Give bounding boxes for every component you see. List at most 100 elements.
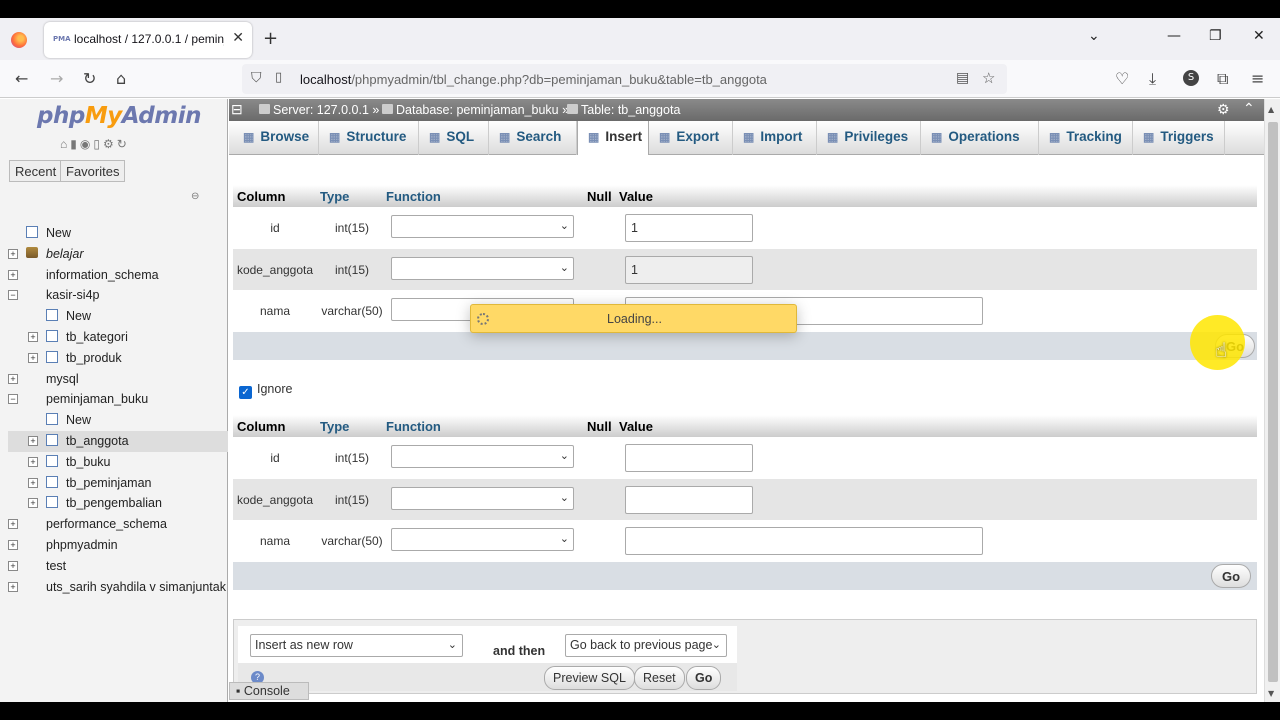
tree-table-item[interactable]: + tb_kategori	[8, 327, 228, 348]
value-input[interactable]	[625, 444, 753, 472]
function-select[interactable]: ⌄	[391, 215, 574, 238]
shield-icon[interactable]: ⛉	[251, 70, 262, 86]
tab-export[interactable]: ▦ Export	[649, 121, 733, 155]
tree-new-item[interactable]: New	[8, 223, 228, 244]
expand-icon[interactable]: +	[8, 539, 18, 550]
collapse-icon[interactable]: −	[8, 394, 18, 405]
scroll-down-icon[interactable]: ▼	[1268, 689, 1274, 698]
account-avatar-icon[interactable]: S	[1183, 70, 1199, 86]
expand-icon[interactable]: +	[28, 498, 38, 509]
expand-icon[interactable]: +	[28, 456, 38, 467]
go-button[interactable]: Go	[1211, 564, 1252, 588]
collapse-top-icon[interactable]: ⌃	[1243, 100, 1255, 117]
settings-gear-icon[interactable]: ⚙	[103, 137, 117, 151]
console-toggle[interactable]: ▪ Console	[229, 682, 309, 700]
back-icon[interactable]: ←	[15, 69, 28, 88]
tab-search[interactable]: ▦ Search	[489, 121, 577, 155]
reload-icon[interactable]: ↻	[83, 69, 96, 88]
tab-structure[interactable]: ▦ Structure	[319, 121, 419, 155]
col-header-type[interactable]: Type	[320, 189, 349, 204]
close-window-icon[interactable]: ✕	[1253, 28, 1265, 44]
expand-icon[interactable]: +	[8, 560, 18, 571]
go-button[interactable]: Go	[686, 666, 722, 690]
breadcrumb-table[interactable]: Table: tb_anggota	[567, 103, 680, 117]
home-icon[interactable]: ⌂	[60, 137, 70, 151]
bookmark-star-icon[interactable]: ☆	[982, 69, 995, 87]
expand-icon[interactable]: +	[8, 373, 18, 384]
expand-icon[interactable]: +	[8, 519, 18, 530]
expand-icon[interactable]: +	[28, 477, 38, 488]
value-input[interactable]	[625, 485, 753, 514]
value-input[interactable]	[625, 527, 983, 555]
preview-sql-button[interactable]: Preview SQL	[544, 666, 635, 690]
recent-tab[interactable]: Recent	[9, 160, 63, 182]
tab-tracking[interactable]: ▦ Tracking	[1039, 121, 1133, 155]
tree-database-item[interactable]: − peminjaman_buku	[8, 389, 228, 410]
tree-database-item[interactable]: + performance_schema	[8, 514, 228, 535]
tree-new-item[interactable]: New	[8, 410, 228, 431]
collapse-icon[interactable]: −	[8, 290, 18, 301]
function-select[interactable]: ⌄	[391, 486, 574, 510]
extensions-icon[interactable]: ⧉	[1217, 69, 1228, 89]
page-scrollbar[interactable]: ▲ ▼	[1264, 99, 1280, 702]
help-icon[interactable]: ◉	[80, 137, 93, 151]
tree-database-item[interactable]: + uts_sarih syahdila v simanjuntak	[8, 577, 228, 598]
tree-database-item[interactable]: + belajar	[8, 244, 228, 265]
browser-tab[interactable]: PMA localhost / 127.0.0.1 / peminjaman ✕	[44, 22, 252, 58]
docs-icon[interactable]: ▯	[93, 137, 103, 151]
tree-table-item[interactable]: + tb_pengembalian	[8, 493, 228, 514]
tab-triggers[interactable]: ▦ Triggers	[1133, 121, 1225, 155]
reload-nav-icon[interactable]: ↻	[117, 137, 130, 151]
menu-icon[interactable]: ≡	[1251, 69, 1264, 88]
scrollbar-thumb[interactable]	[1268, 122, 1278, 682]
favorites-tab[interactable]: Favorites	[60, 160, 126, 182]
minimize-icon[interactable]: —	[1167, 28, 1181, 44]
close-tab-icon[interactable]: ✕	[232, 30, 244, 46]
download-icon[interactable]: ⤓	[1149, 69, 1156, 89]
pocket-icon[interactable]: ♡	[1115, 69, 1129, 88]
function-select[interactable]: ⌄	[391, 528, 574, 551]
tab-list-chevron-icon[interactable]: ⌄	[1088, 28, 1100, 44]
expand-icon[interactable]: +	[8, 248, 18, 259]
forward-icon[interactable]: →	[50, 69, 63, 88]
expand-icon[interactable]: +	[28, 352, 38, 363]
link-chain-icon[interactable]: ⊖	[191, 191, 199, 202]
checkbox-checked-icon[interactable]: ✓	[239, 386, 252, 399]
reset-button[interactable]: Reset	[634, 666, 685, 690]
col-header-type[interactable]: Type	[320, 419, 349, 434]
tab-insert[interactable]: ▦ Insert	[577, 121, 649, 155]
collapse-icon[interactable]: ⊟	[231, 101, 243, 118]
after-insert-select[interactable]: Go back to previous page ⌄	[565, 634, 727, 657]
tab-sql[interactable]: ▦ SQL	[419, 121, 489, 155]
phpmyadmin-logo[interactable]: phpMyAdmin	[37, 103, 201, 129]
col-header-function[interactable]: Function	[386, 419, 441, 434]
tree-database-item[interactable]: + mysql	[8, 369, 228, 390]
tree-database-item[interactable]: + test	[8, 556, 228, 577]
value-input[interactable]: 1	[625, 214, 753, 242]
firefox-icon[interactable]	[11, 32, 27, 48]
expand-icon[interactable]: +	[28, 435, 38, 446]
tab-import[interactable]: ▦ Import	[733, 121, 817, 155]
tree-table-item[interactable]: + tb_produk	[8, 348, 228, 369]
insert-mode-select[interactable]: Insert as new row ⌄	[250, 634, 463, 657]
tree-database-item[interactable]: + information_schema	[8, 265, 228, 286]
tree-database-item[interactable]: + phpmyadmin	[8, 535, 228, 556]
ignore-checkbox[interactable]: ✓ Ignore	[239, 382, 292, 399]
expand-icon[interactable]: +	[28, 331, 38, 342]
breadcrumb-server[interactable]: Server: 127.0.0.1 »	[259, 103, 379, 117]
url-bar[interactable]: ⛉ ▯ localhost/phpmyadmin/tbl_change.php?…	[242, 64, 1007, 94]
logout-icon[interactable]: ▮	[70, 137, 80, 151]
scroll-up-icon[interactable]: ▲	[1268, 105, 1274, 114]
tree-table-item[interactable]: + tb_anggota	[8, 430, 228, 452]
new-tab-icon[interactable]: +	[263, 28, 278, 49]
function-select[interactable]: ⌄	[391, 445, 574, 468]
expand-icon[interactable]: +	[8, 269, 18, 280]
home-icon[interactable]: ⌂	[116, 69, 126, 88]
reader-view-icon[interactable]: ▤	[956, 70, 969, 86]
tree-new-item[interactable]: New	[8, 306, 228, 327]
expand-icon[interactable]: +	[8, 581, 18, 592]
function-select[interactable]: ⌄	[391, 256, 574, 280]
col-header-function[interactable]: Function	[386, 189, 441, 204]
tree-table-item[interactable]: + tb_peminjaman	[8, 473, 228, 494]
settings-gear-icon[interactable]: ⚙	[1217, 101, 1230, 118]
